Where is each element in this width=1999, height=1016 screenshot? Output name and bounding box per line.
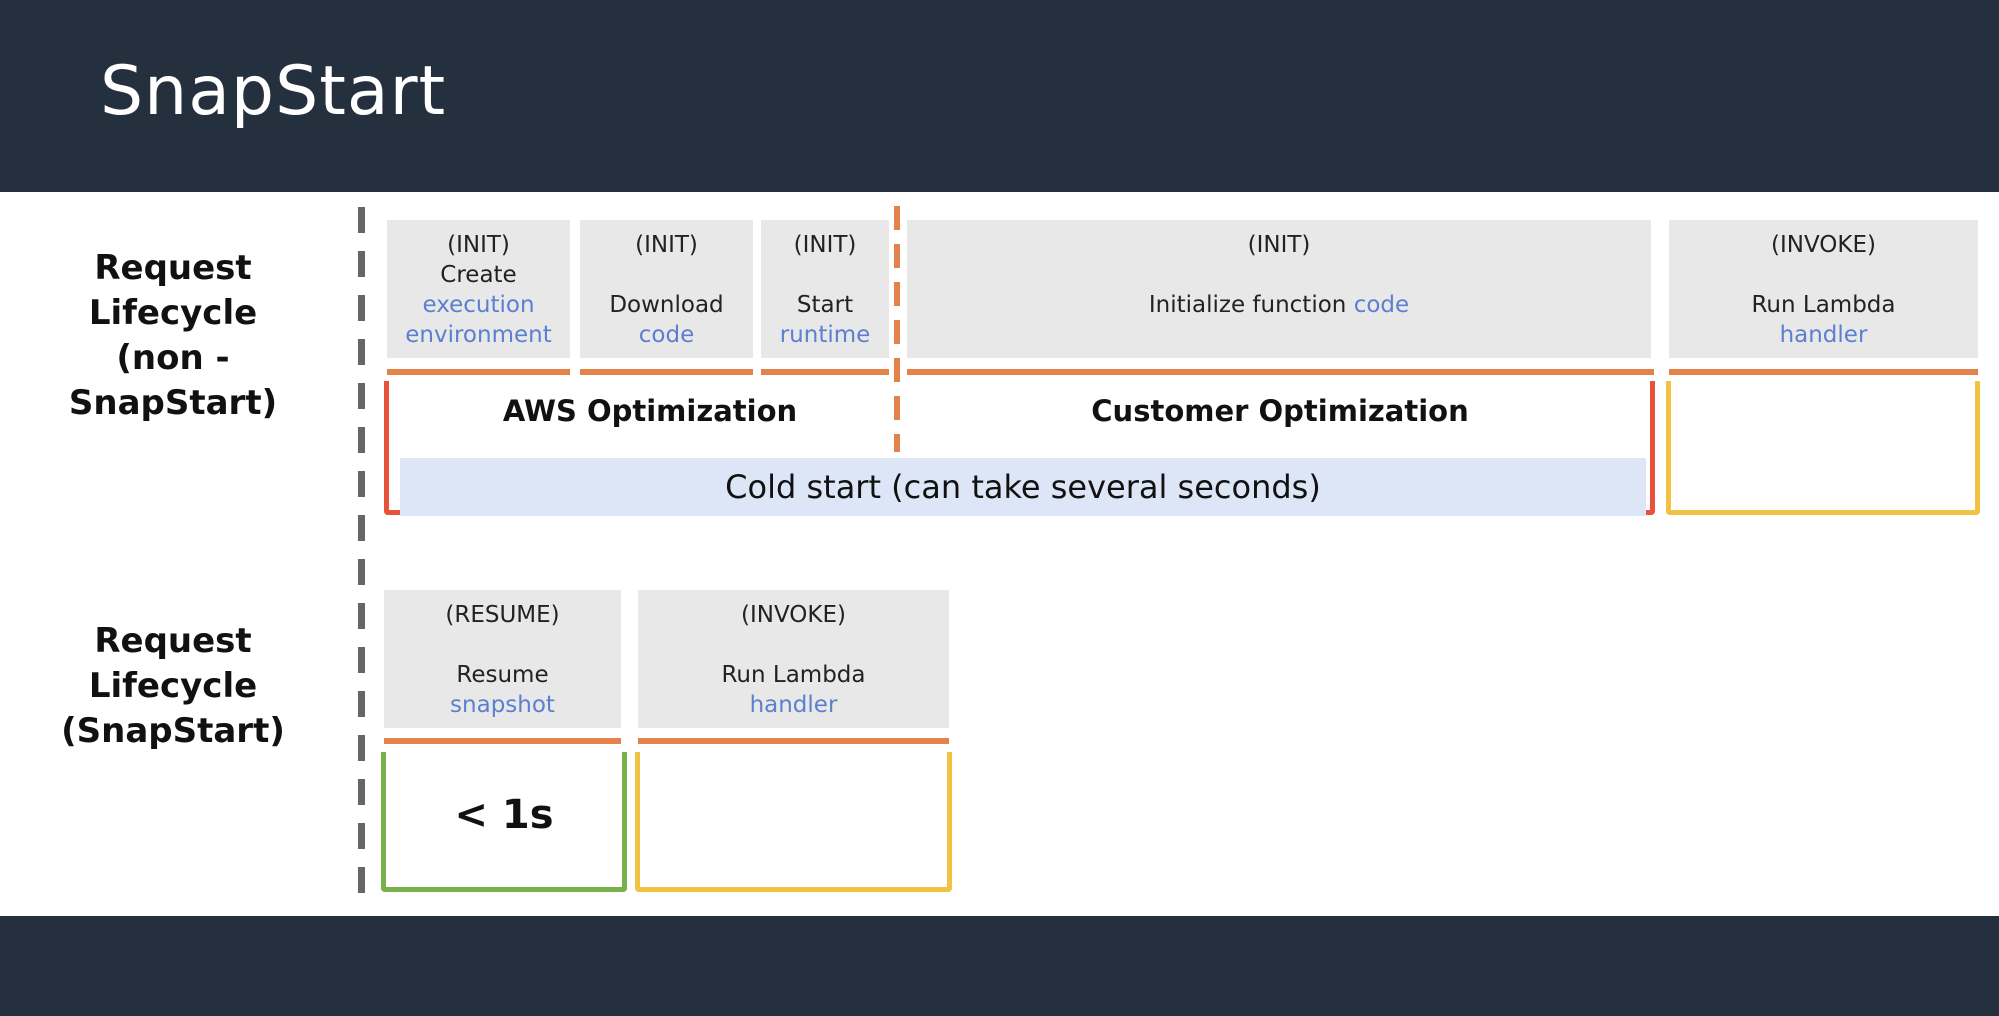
step-text-plain: Initialize function [1148,292,1354,318]
step-text-highlight: code [638,322,695,348]
row-label-line: (non - SnapStart) [68,338,278,423]
step-stage: (INIT) [1247,232,1311,258]
step-bar [638,738,949,744]
invoke-frame [1666,381,1980,515]
lifecycle-separator-dashed [358,207,365,907]
step-text: Run Lambda [721,662,866,688]
invoke-frame-snapstart [635,752,952,892]
customer-optimization-label: Customer Optimization [1091,394,1469,428]
step-text-highlight: execution [422,292,535,318]
row-label-line: Request Lifecycle [88,248,258,333]
step-text: Initialize function code [907,290,1651,320]
aws-optimization-label: AWS Optimization [502,394,798,428]
step-resume-snapshot: (RESUME) Resume snapshot [384,590,621,728]
step-text-highlight: snapshot [450,692,555,718]
step-stage: (RESUME) [445,602,560,628]
step-bar [761,369,889,375]
step-stage: (INIT) [635,232,698,258]
step-text-highlight: handler [749,692,838,718]
step-start-runtime: (INIT) Start runtime [761,220,889,358]
snapstart-time-label: < 1s [454,792,554,838]
cold-start-label: Cold start (can take several seconds) [400,458,1646,516]
step-stage: (INVOKE) [741,602,846,628]
row-label-non-snapstart: Request Lifecycle (non - SnapStart) [8,246,338,426]
step-text: Resume [456,662,549,688]
diagram-area: Request Lifecycle (non - SnapStart) Requ… [0,192,1999,916]
slide-footer [0,916,1999,1016]
step-text-highlight: runtime [779,322,871,348]
step-text-highlight: environment [405,322,552,348]
step-bar [907,369,1654,375]
step-text-highlight: code [1353,292,1410,318]
step-run-lambda-handler: (INVOKE) Run Lambda handler [1669,220,1978,358]
step-run-lambda-handler-snapstart: (INVOKE) Run Lambda handler [638,590,949,728]
row-label-line: Request Lifecycle [88,621,258,706]
step-text: Start [796,292,854,318]
step-text: Create [440,262,517,288]
step-bar [1669,369,1978,375]
step-download-code: (INIT) Download code [580,220,753,358]
row-label-line: (SnapStart) [61,711,285,751]
step-stage: (INIT) [793,232,857,258]
slide-header: SnapStart [0,0,1999,192]
step-initialize-function-code: (INIT) Initialize function code [907,220,1651,358]
step-create-execution-environment: (INIT) Create execution environment [387,220,570,358]
slide-title: SnapStart [100,52,447,131]
step-bar [580,369,753,375]
step-bar [384,738,621,744]
step-stage: (INVOKE) [1771,232,1876,258]
row-label-snapstart: Request Lifecycle (SnapStart) [8,619,338,754]
step-text: Download [609,292,724,318]
step-text-highlight: handler [1779,322,1868,348]
step-text: Run Lambda [1751,292,1896,318]
step-bar [387,369,570,375]
step-stage: (INIT) [447,232,510,258]
